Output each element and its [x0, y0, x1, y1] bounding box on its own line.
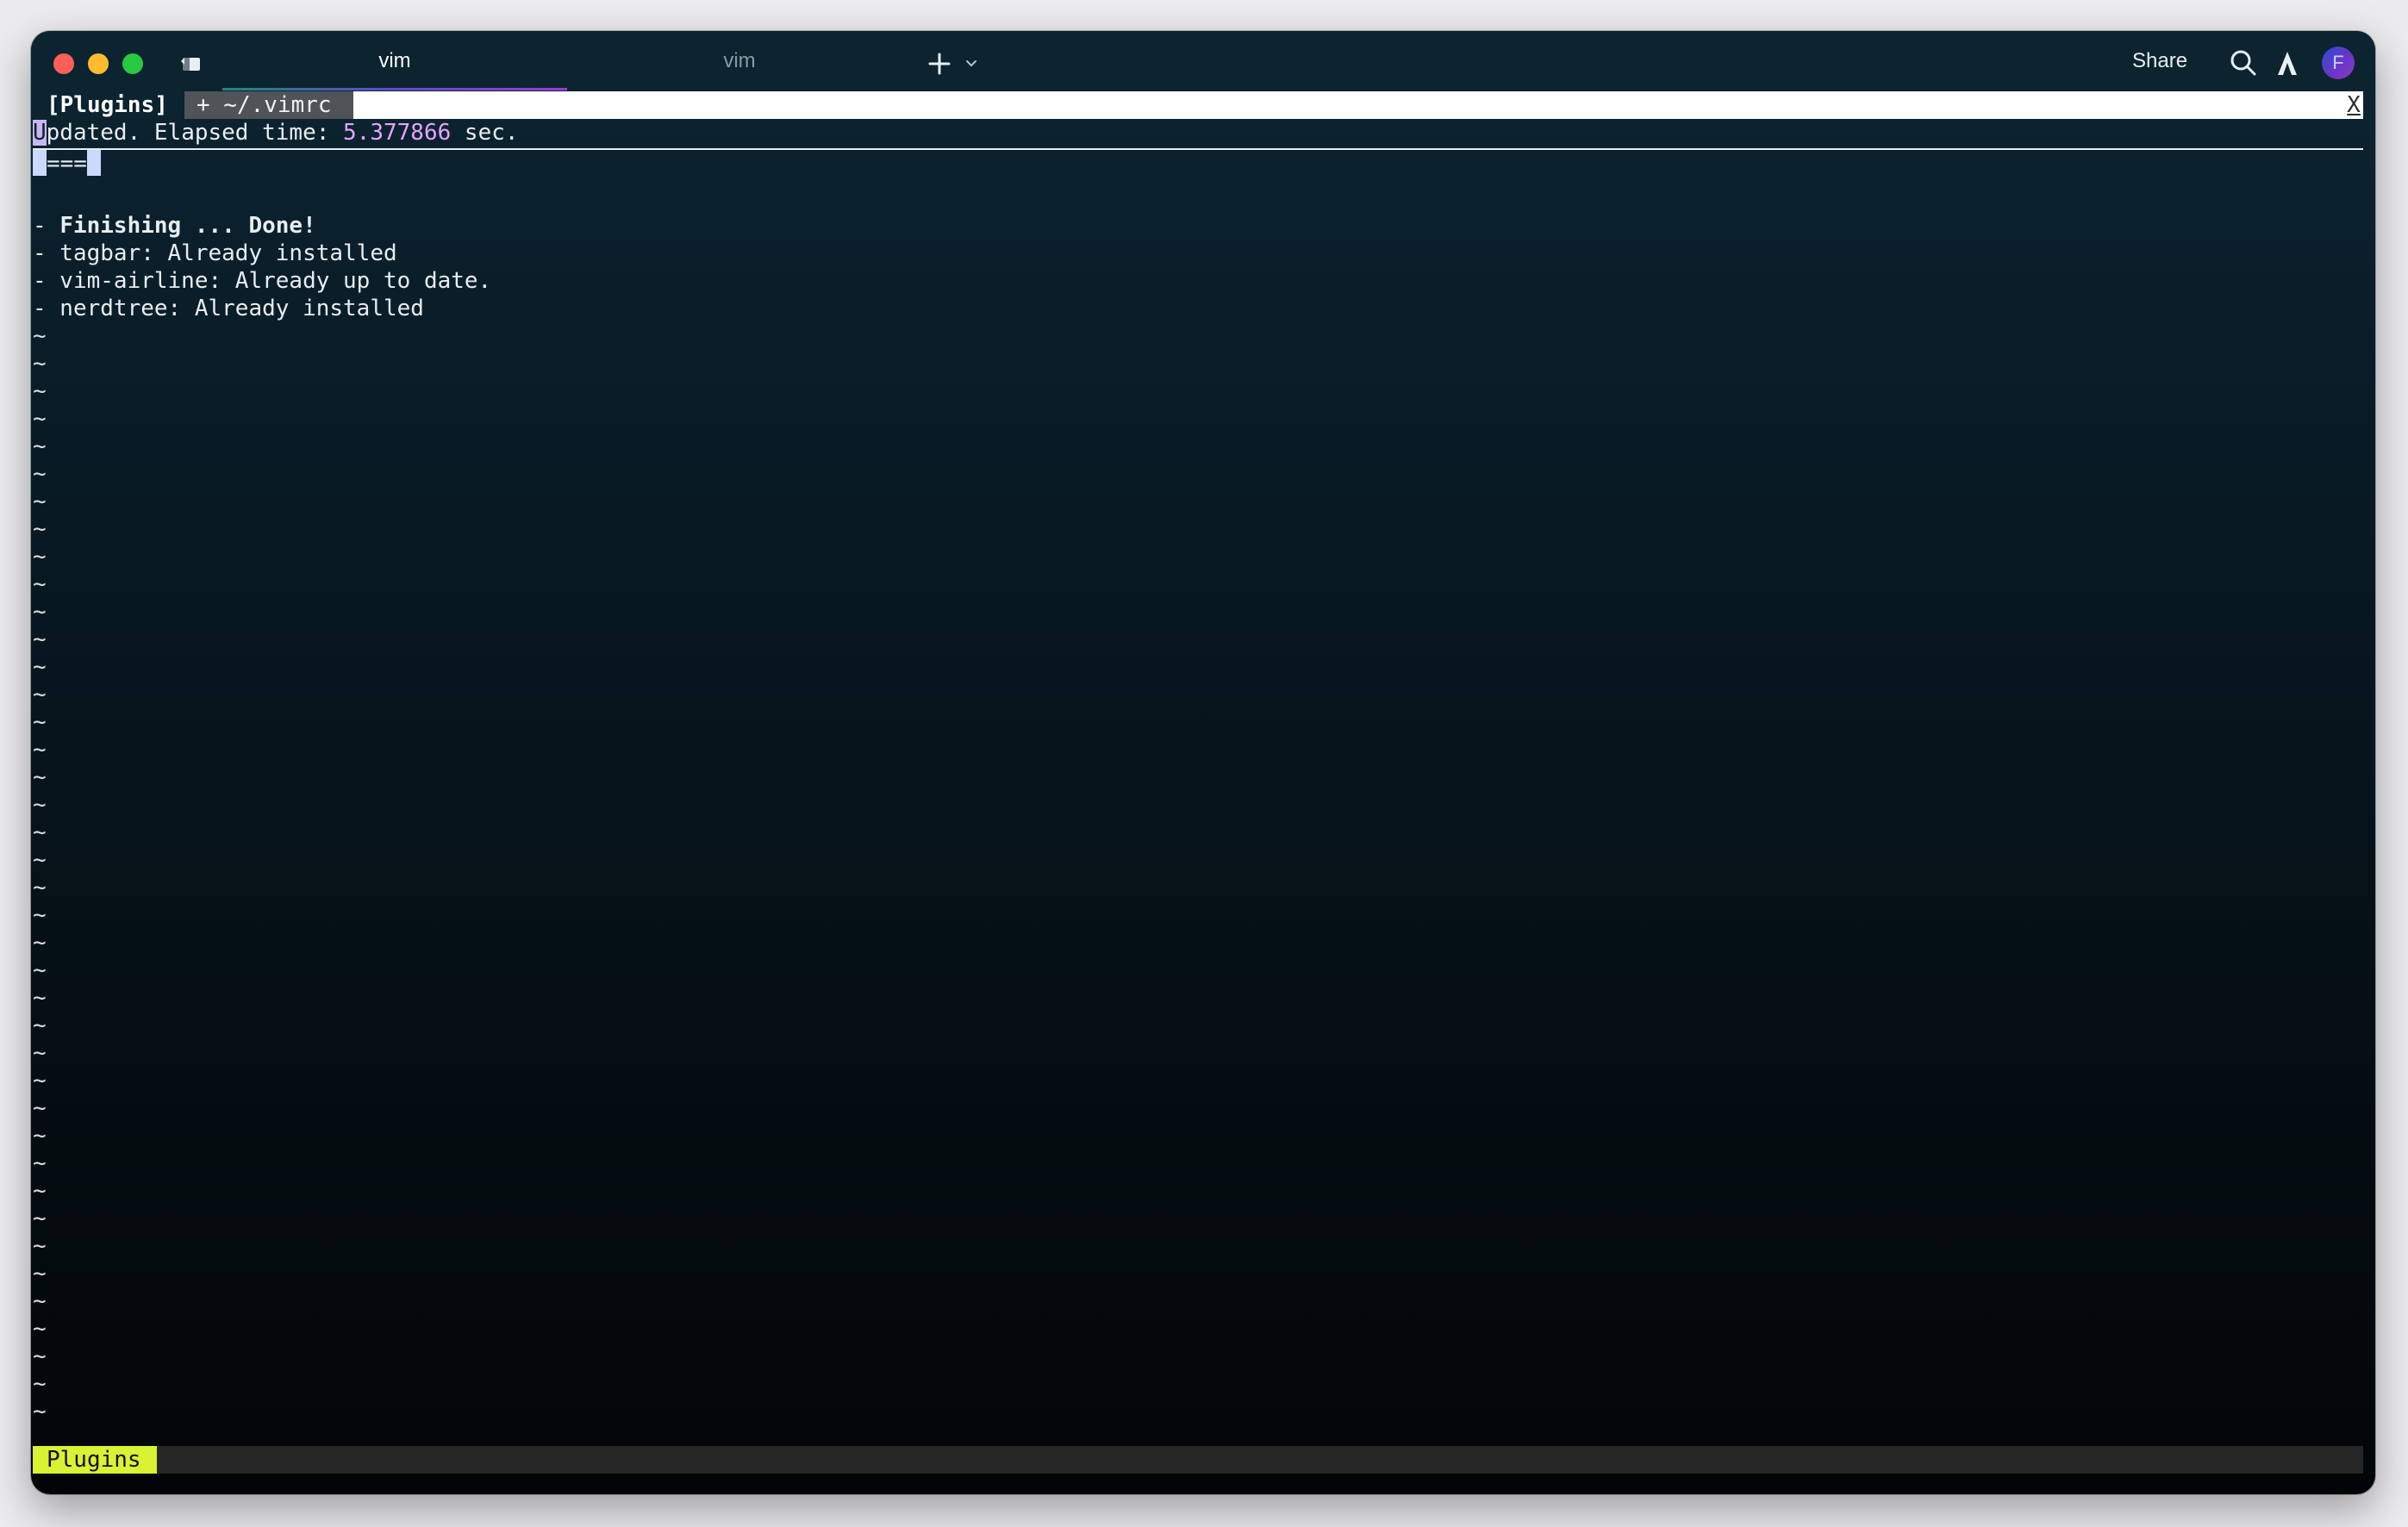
statusline-mode-badge: Plugins [33, 1446, 157, 1474]
tab-vim-active[interactable]: vim [222, 31, 567, 91]
empty-line-tilde: ~ [33, 875, 47, 901]
progress-bar-line: === [33, 150, 101, 178]
status-suffix: sec. [451, 120, 519, 146]
empty-line-tilde: ~ [33, 654, 47, 680]
sidebar-icon[interactable] [179, 53, 203, 74]
empty-line-tilde: ~ [33, 764, 47, 790]
terminal-window: vim vim Share F [Plugins] + ~/.vimrc X U… [31, 31, 2375, 1494]
empty-line-tilde: ~ [33, 1371, 47, 1397]
empty-line-tilde: ~ [33, 1261, 47, 1287]
empty-line-tilde: ~ [33, 433, 47, 459]
empty-line-tilde: ~ [33, 599, 47, 625]
active-tab-indicator [222, 88, 567, 90]
maximize-window-button[interactable] [122, 53, 143, 74]
title-bar: vim vim Share F [31, 31, 2375, 91]
empty-line-tilde: ~ [33, 323, 47, 349]
tab-label: vim [723, 49, 756, 72]
empty-line-tilde: ~ [33, 626, 47, 652]
plus-icon[interactable] [924, 48, 955, 79]
empty-line-tilde: ~ [33, 1399, 47, 1424]
empty-line-tilde: ~ [33, 1316, 47, 1342]
empty-line-tilde: ~ [33, 489, 47, 514]
empty-line-tilde: ~ [33, 930, 47, 956]
empty-line-tilde: ~ [33, 571, 47, 597]
progress-bar: === [47, 151, 87, 177]
tab-label: vim [378, 49, 411, 72]
avatar-initial: F [2332, 52, 2344, 73]
empty-line-tilde: ~ [33, 544, 47, 570]
empty-line-tilde: ~ [33, 351, 47, 377]
progress-bar-start [33, 150, 47, 176]
vim-tab-close[interactable]: X [2344, 91, 2363, 119]
status-prefix: pdated. Elapsed time: [46, 120, 344, 146]
log-finishing-text: Finishing ... Done! [59, 213, 316, 239]
empty-line-tilde: ~ [33, 902, 47, 928]
empty-line-tilde: ~ [33, 1343, 47, 1369]
minimize-window-button[interactable] [88, 53, 109, 74]
empty-line-tilde: ~ [33, 1095, 47, 1121]
empty-line-tilde: ~ [33, 1178, 47, 1204]
empty-line-tilde: ~ [33, 1123, 47, 1149]
empty-line-tilde: ~ [33, 957, 47, 983]
empty-line-tilde: ~ [33, 847, 47, 873]
empty-line-tilde: ~ [33, 516, 47, 542]
log-line-vim-airline: - vim-airline: Already up to date. [33, 268, 492, 294]
close-window-button[interactable] [53, 53, 74, 74]
elapsed-time-value: 5.377866 [343, 120, 452, 146]
vim-buffer-tab-vimrc[interactable]: + ~/.vimrc [184, 91, 353, 119]
update-status-line: Updated. Elapsed time: 5.377866 sec. [33, 119, 519, 146]
empty-line-tilde: ~ [33, 1288, 47, 1314]
empty-line-tilde: ~ [33, 1233, 47, 1259]
tab-vim[interactable]: vim [567, 31, 912, 91]
log-prefix: - [33, 213, 60, 239]
vim-statusline: Plugins [33, 1446, 2363, 1474]
log-line-nerdtree: - nerdtree: Already installed [33, 296, 424, 321]
empty-line-tilde: ~ [33, 709, 47, 735]
empty-line-tilde: ~ [33, 792, 47, 818]
chevron-down-icon[interactable] [962, 53, 981, 72]
progress-bar-end [86, 150, 101, 176]
log-line-tagbar: - tagbar: Already installed [33, 240, 397, 266]
empty-line-tilde: ~ [33, 682, 47, 707]
terminal-content[interactable]: [Plugins] + ~/.vimrc X Updated. Elapsed … [33, 91, 2363, 1474]
empty-line-tilde: ~ [33, 1068, 47, 1094]
empty-line-tilde: ~ [33, 1040, 47, 1066]
text-cursor: U [33, 120, 47, 146]
search-icon[interactable] [2227, 47, 2260, 79]
ai-icon[interactable] [2270, 47, 2305, 81]
share-button[interactable]: Share [2132, 31, 2187, 91]
empty-line-tilde: ~ [33, 1206, 47, 1231]
separator-line [33, 148, 2363, 150]
avatar[interactable]: F [2322, 47, 2355, 79]
log-line-finishing: - Finishing ... Done! [33, 212, 316, 240]
vim-buffer-tab-plugins[interactable]: [Plugins] [33, 91, 184, 119]
empty-line-tilde: ~ [33, 820, 47, 845]
empty-line-tilde: ~ [33, 378, 47, 404]
share-label: Share [2132, 49, 2188, 72]
empty-line-tilde: ~ [33, 985, 47, 1011]
vim-tabline: [Plugins] + ~/.vimrc X [33, 91, 2363, 119]
empty-line-tilde: ~ [33, 1150, 47, 1176]
empty-line-tilde: ~ [33, 461, 47, 487]
empty-line-tilde: ~ [33, 737, 47, 763]
empty-line-tilde: ~ [33, 406, 47, 432]
empty-line-tilde: ~ [33, 1013, 47, 1038]
